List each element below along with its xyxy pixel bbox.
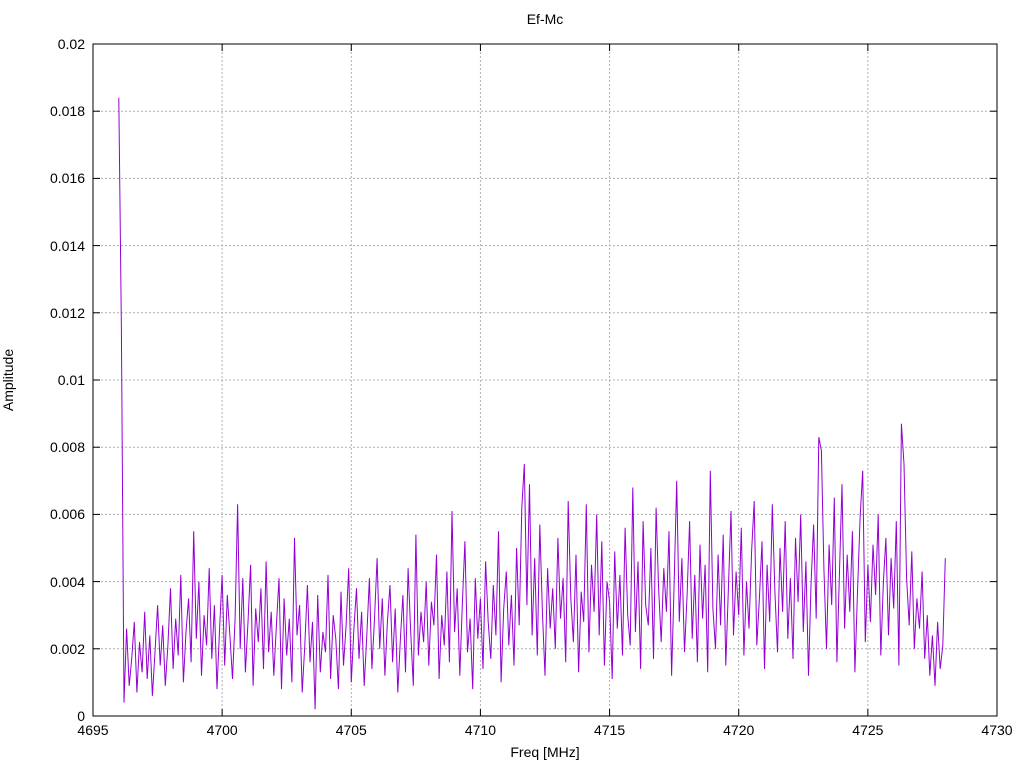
x-tick-label: 4710 xyxy=(464,722,496,738)
y-tick-label: 0.016 xyxy=(49,170,85,187)
gnuplot-window: Ef-Mc Amplitude Freq [MHz] 0 0.002 0.004 0.… xyxy=(0,0,1024,768)
chart-title: Ef-Mc xyxy=(526,11,564,27)
x-axis-label: Freq [MHz] xyxy=(510,744,580,760)
x-tick-label: 4730 xyxy=(981,722,1013,738)
chart-canvas xyxy=(92,43,998,717)
x-tick-label: 4725 xyxy=(852,722,884,738)
y-tick-label: 0 xyxy=(77,708,85,724)
y-tick-label: 0.02 xyxy=(57,36,85,52)
y-tick-label: 0.004 xyxy=(49,573,85,590)
x-tick-label: 4695 xyxy=(77,722,109,738)
data-series-line xyxy=(118,97,946,710)
x-tick-label: 4715 xyxy=(593,722,626,738)
y-tick-label: 0.014 xyxy=(49,237,85,254)
y-tick-label: 0.01 xyxy=(57,372,85,388)
x-tick-label: 4720 xyxy=(723,722,755,738)
x-tick-label: 4705 xyxy=(335,722,367,738)
y-tick-label: 0.008 xyxy=(49,439,85,456)
y-tick-label: 0.018 xyxy=(49,103,85,120)
y-tick-label: 0.012 xyxy=(49,304,85,321)
y-tick-label: 0.002 xyxy=(49,640,85,657)
y-tick-label: 0.006 xyxy=(49,506,85,523)
x-tick-label: 4700 xyxy=(206,722,238,738)
